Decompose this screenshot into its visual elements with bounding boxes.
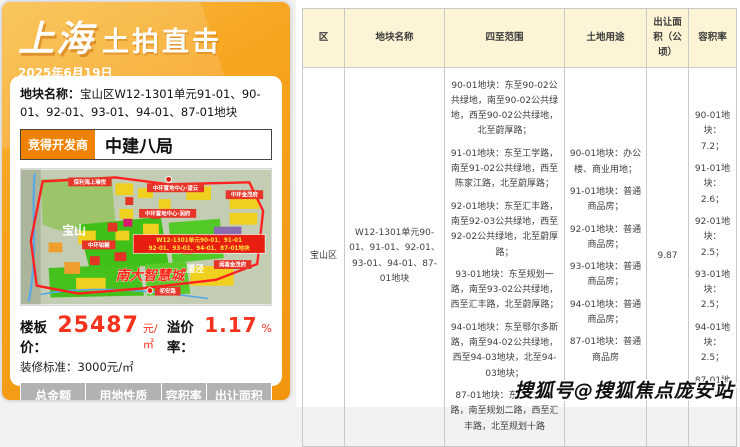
watermark: 搜狐号@搜狐焦点庞安站 — [514, 376, 734, 403]
svg-text:保利海上瑧悦: 保利海上瑧悦 — [73, 177, 107, 185]
header-district: 区 — [303, 9, 345, 68]
floor-price-unit: 元/㎡ — [143, 320, 159, 352]
svg-text:中环置地中心·润府: 中环置地中心·润府 — [145, 209, 191, 217]
land-use-item: 91-01地块：普通商品房； — [568, 185, 643, 216]
developer-row: 竞得开发商 中建八局 — [20, 129, 272, 160]
map-label-project7: 祁安路 — [155, 286, 181, 295]
svg-text:92-01、93-01、94-01、87-01地块: 92-01、93-01、94-01、87-01地块 — [149, 244, 251, 252]
boundary-item: 93-01地块：东至规划一路，南至93-02公共绿地，西至汇丰路，北至蔚厚路； — [448, 268, 561, 314]
detail-header-row: 区 地块名称 四至范围 土地用途 出让面积（公顷） 容积率 — [303, 9, 737, 68]
land-use-item: 87-01地块：普通商品房 — [568, 335, 643, 366]
svg-text:祁安路: 祁安路 — [160, 287, 177, 295]
metro-station-icon — [147, 287, 153, 293]
floor-price-value: 25487 — [57, 313, 139, 338]
svg-text:中环铂樾: 中环铂樾 — [88, 240, 110, 248]
far-item: 90-01地块：7.2； — [692, 109, 733, 155]
land-use-item: 93-01地块：普通商品房； — [568, 260, 643, 291]
premium-value: 1.17 — [204, 313, 257, 337]
summary-header-area: 出让面积 — [206, 382, 271, 400]
boundary-item: 91-01地块：东至工学路，南至91-02公共绿地，西至陈家江路，北至蔚厚路； — [448, 147, 561, 193]
map-label-project3: 中环金茂府 — [226, 190, 263, 199]
floor-price-label: 楼板价： — [20, 316, 53, 356]
poster-title: 上海 土拍直击 — [18, 10, 276, 62]
far-item: 92-01地块：2.5； — [692, 215, 733, 261]
map-label-project1: 保利海上瑧悦 — [68, 177, 111, 186]
far-item: 91-01地块：2.6； — [692, 162, 733, 208]
map-label-project6: 闻喜金茂府 — [214, 260, 251, 269]
header-boundaries: 四至范围 — [445, 9, 565, 68]
header-far: 容积率 — [689, 9, 737, 68]
boundary-item: 92-01地块：东至汇丰路，南至92-03公共绿地，西至92-02公共绿地，北至… — [448, 200, 561, 261]
metro-station-icon — [166, 176, 172, 182]
svg-text:闻喜金茂府: 闻喜金茂府 — [219, 260, 247, 268]
poster-title-city: 上海 — [18, 10, 94, 62]
svg-text:W12-1301单元90-01、91-01: W12-1301单元90-01、91-01 — [156, 236, 242, 244]
poster-header: 上海 土拍直击 2025年6月19日 — [2, 2, 290, 81]
detail-panel: 区 地块名称 四至范围 土地用途 出让面积（公顷） 容积率 宝山区 W12-13… — [296, 0, 740, 407]
map-label-project5: 中环铂樾 — [82, 240, 115, 249]
cell-parcel: W12-1301单元90-01、91-01、92-01、93-01、94-01、… — [345, 67, 445, 446]
svg-text:中环金茂府: 中环金茂府 — [231, 190, 259, 198]
boundary-item: 94-01地块：东至鄂尔多斯路，南至94-02公共绿地，西至94-03地块，北至… — [448, 321, 561, 382]
parcel-name-line: 地块名称：宝山区W12-1301单元91-01、90-01、92-01、93-0… — [20, 85, 272, 122]
summary-header-row: 总金额 用地性质 容积率 出让面积 — [21, 382, 272, 400]
premium-unit: % — [262, 322, 272, 335]
header-area: 出让面积（公顷） — [647, 9, 689, 68]
svg-text:中环置地中心·望云: 中环置地中心·望云 — [153, 183, 199, 191]
summary-header-far: 容积率 — [161, 382, 206, 400]
far-item: 94-01地块：2.5； — [692, 321, 733, 367]
header-parcel: 地块名称 — [345, 9, 445, 68]
land-use-item: 92-01地块：普通商品房； — [568, 223, 643, 254]
poster-summary-table: 总金额 用地性质 容积率 出让面积 819533万 办公楼、商业用地 普通商品房… — [20, 382, 272, 400]
cell-district: 宝山区 — [303, 67, 345, 446]
header-land-use: 土地用途 — [565, 9, 647, 68]
land-use-item: 90-01地块：办公楼、商业用地； — [568, 147, 643, 178]
summary-header-usage: 用地性质 — [86, 382, 161, 400]
poster-card: 地块名称：宝山区W12-1301单元91-01、90-01、92-01、93-0… — [10, 76, 282, 386]
map-river-name: 潘泾 — [186, 263, 204, 275]
premium-label: 溢价率： — [167, 316, 200, 356]
land-auction-poster: 上海 土拍直击 2025年6月19日 地块名称：宝山区W12-1301单元91-… — [2, 2, 290, 400]
price-row: 楼板价：25487元/㎡ 溢价率：1.17% — [20, 313, 272, 356]
decoration-standard: 装修标准：3000元/㎡ — [20, 359, 272, 375]
map-area-name: 南大智慧城 — [115, 267, 186, 283]
developer-name: 中建八局 — [95, 130, 183, 159]
land-use-item: 94-01地块：普通商品房； — [568, 298, 643, 329]
developer-badge: 竞得开发商 — [21, 130, 95, 159]
boundary-item: 90-01地块：东至90-02公共绿地，南至90-02公共绿地，西至90-02公… — [448, 79, 561, 140]
parcel-name-label: 地块名称： — [20, 87, 80, 101]
summary-header-total: 总金额 — [21, 382, 86, 400]
map-parcel-callout: W12-1301单元90-01、91-01 92-01、93-01、94-01、… — [133, 234, 265, 253]
far-item: 93-01地块：2.5； — [692, 268, 733, 314]
map-label-project2: 中环置地中心·望云 — [147, 183, 204, 192]
poster-title-rest: 土拍直击 — [102, 20, 222, 62]
parcel-map-svg: 保利海上瑧悦 中环置地中心·望云 中环金茂府 中环置地中心·润府 中环铂樾 — [21, 169, 271, 305]
map-label-project4: 中环置地中心·润府 — [139, 209, 196, 218]
parcel-map: 保利海上瑧悦 中环置地中心·望云 中环金茂府 中环置地中心·润府 中环铂樾 — [20, 168, 272, 306]
map-district-name: 宝山 — [62, 223, 86, 237]
